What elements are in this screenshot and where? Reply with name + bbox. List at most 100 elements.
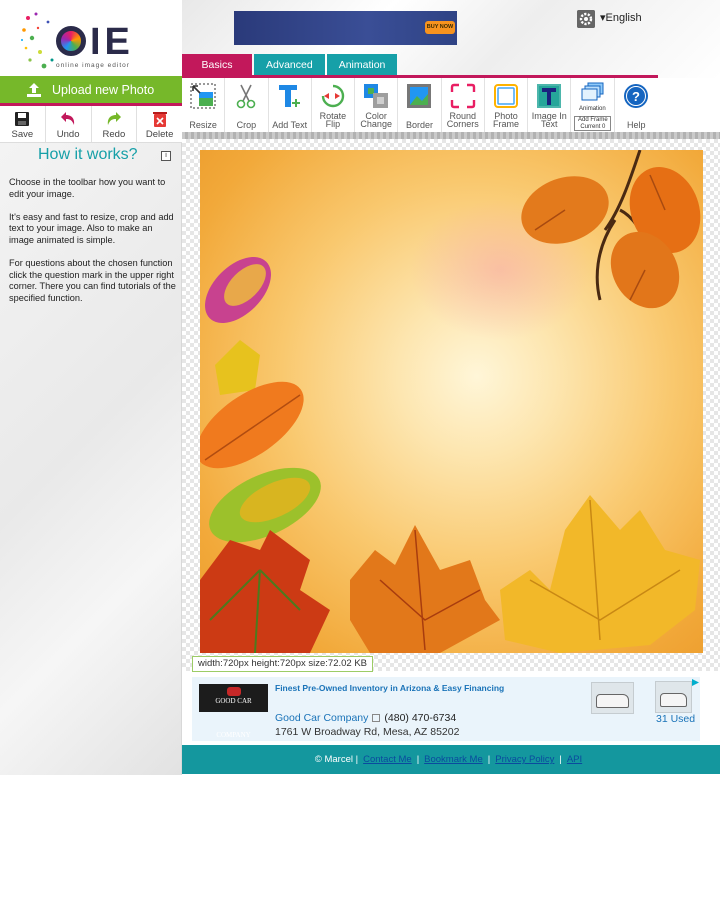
gear-icon[interactable] (577, 10, 595, 28)
redo-button[interactable]: Redo (92, 106, 138, 142)
tool-rotate-flip[interactable]: Rotate Flip (312, 78, 356, 132)
tool-label: Add Text (272, 120, 308, 130)
contact-link[interactable]: Contact Me (363, 754, 412, 765)
help-icon: ? (624, 84, 649, 108)
resize-icon (190, 83, 216, 109)
upload-icon (27, 82, 41, 97)
redo-icon (107, 112, 121, 125)
tool-label: Resize (189, 120, 217, 130)
bottom-ad[interactable]: GOOD CAR COMPANY Finest Pre-Owned Invent… (192, 677, 700, 741)
tool-label: Rotate Flip (319, 111, 347, 129)
tool-label: Animation (579, 106, 606, 112)
tool-add-text[interactable]: Add Text (269, 78, 312, 132)
left-panel: IE online image editor Upload new Photo … (0, 0, 182, 775)
logo-mark: IE (56, 22, 134, 62)
undo-label: Undo (56, 129, 80, 140)
edited-image[interactable] (200, 150, 703, 653)
scissors-icon (237, 84, 256, 109)
photo-frame-icon (493, 84, 518, 108)
upload-label: Upload new Photo (52, 82, 155, 97)
tool-resize[interactable]: Resize (182, 78, 226, 132)
save-label: Save (11, 129, 34, 140)
toolbar-shadow (182, 132, 720, 139)
adchoices-icon[interactable] (692, 679, 699, 686)
car-thumbnail-1[interactable] (591, 682, 634, 714)
tool-label: Help (627, 120, 646, 130)
animation-frame-info[interactable]: Add Frame Current 0 (574, 116, 612, 131)
tool-label: Image In Text (531, 111, 567, 129)
action-bar: Save Undo Redo Delete (0, 106, 182, 143)
logo-tagline: online image editor (56, 62, 130, 69)
tool-animation[interactable]: Animation Add Frame Current 0 (571, 78, 615, 132)
ad-used-count[interactable]: 31 Used (656, 713, 695, 725)
top-ad-banner[interactable]: BUY NOW (234, 11, 457, 45)
logo-letters: IE (90, 21, 134, 63)
separator: | (559, 754, 562, 765)
svg-text:?: ? (632, 89, 640, 104)
delete-label: Delete (145, 129, 174, 140)
undo-icon (61, 112, 75, 125)
image-info: width:720px height:720px size:72.02 KB (192, 656, 374, 672)
save-icon (15, 112, 30, 126)
car-thumbnail-2[interactable] (655, 681, 692, 713)
footer: © Marcel | Contact Me | Bookmark Me | Priv… (182, 745, 720, 774)
tool-photo-frame[interactable]: Photo Frame (485, 78, 529, 132)
tab-basics[interactable]: Basics (182, 54, 252, 75)
external-link-icon (372, 714, 381, 722)
save-button[interactable]: Save (0, 106, 46, 142)
animation-icon (581, 82, 604, 101)
logo-o-icon (56, 26, 86, 56)
logo[interactable]: IE online image editor (0, 0, 182, 76)
tool-color-change[interactable]: Color Change (355, 78, 399, 132)
privacy-link[interactable]: Privacy Policy (495, 754, 554, 765)
ad-phone[interactable]: (480) 470-6734 (384, 712, 456, 724)
tool-label: Color Change (360, 111, 392, 129)
info-icon[interactable]: i (161, 151, 171, 161)
separator: | (487, 754, 491, 765)
round-corners-icon (450, 83, 475, 109)
tool-label: Photo Frame (492, 111, 519, 129)
api-link[interactable]: API (567, 754, 582, 765)
bookmark-link[interactable]: Bookmark Me (424, 754, 483, 765)
ad-headline[interactable]: Finest Pre-Owned Inventory in Arizona & … (275, 683, 504, 693)
tool-border[interactable]: Border (398, 78, 442, 132)
tab-advanced[interactable]: Advanced (254, 54, 325, 75)
add-frame-label: Add Frame (578, 117, 608, 123)
tool-image-in-text[interactable]: Image In Text (528, 78, 572, 132)
how-it-works-title: How it works? (38, 146, 138, 163)
ad-company[interactable]: Good Car Company (275, 712, 368, 724)
delete-icon (152, 112, 167, 127)
rotate-icon (321, 84, 345, 108)
tool-crop[interactable]: Crop (225, 78, 269, 132)
how-paragraph: Choose in the toolbar how you want to ed… (9, 177, 166, 199)
undo-button[interactable]: Undo (46, 106, 92, 142)
text-icon (278, 85, 300, 107)
border-icon (407, 84, 432, 108)
tool-label: Crop (236, 120, 257, 130)
tool-round-corners[interactable]: Round Corners (442, 78, 485, 132)
language-select[interactable]: ▾English (600, 11, 642, 24)
how-paragraph: It's easy and fast to resize, crop and a… (9, 211, 174, 245)
tab-animation[interactable]: Animation (326, 54, 398, 75)
ad-address: 1761 W Broadway Rd, Mesa, AZ 85202 (275, 726, 460, 738)
tool-label: Round Corners (446, 111, 479, 129)
toolbar: Resize Crop Add Text Rotate Flip Color C… (182, 78, 658, 132)
autumn-leaves-image (200, 150, 701, 653)
tool-help[interactable]: ? Help (615, 78, 658, 132)
tool-label: Border (405, 120, 433, 130)
how-it-works-text: Choose in the toolbar how you want to ed… (9, 177, 177, 316)
color-change-icon (364, 84, 389, 108)
ad-buy-button[interactable]: BUY NOW (425, 21, 455, 34)
delete-button[interactable]: Delete (137, 106, 182, 142)
copyright: © Marcel (314, 754, 353, 765)
ad-logo[interactable]: GOOD CAR COMPANY (199, 684, 268, 739)
ad-company-line[interactable]: Good Car Company (480) 470-6734 (275, 712, 456, 724)
separator: | (416, 754, 420, 765)
image-in-text-icon (537, 84, 562, 108)
redo-label: Redo (102, 129, 126, 140)
upload-button[interactable]: Upload new Photo (0, 76, 182, 103)
how-paragraph: For questions about the chosen function … (9, 258, 176, 303)
current-frame-label: Current 0 (580, 123, 606, 130)
separator: | (353, 754, 359, 765)
editor-page: IE online image editor Upload new Photo … (0, 0, 720, 907)
